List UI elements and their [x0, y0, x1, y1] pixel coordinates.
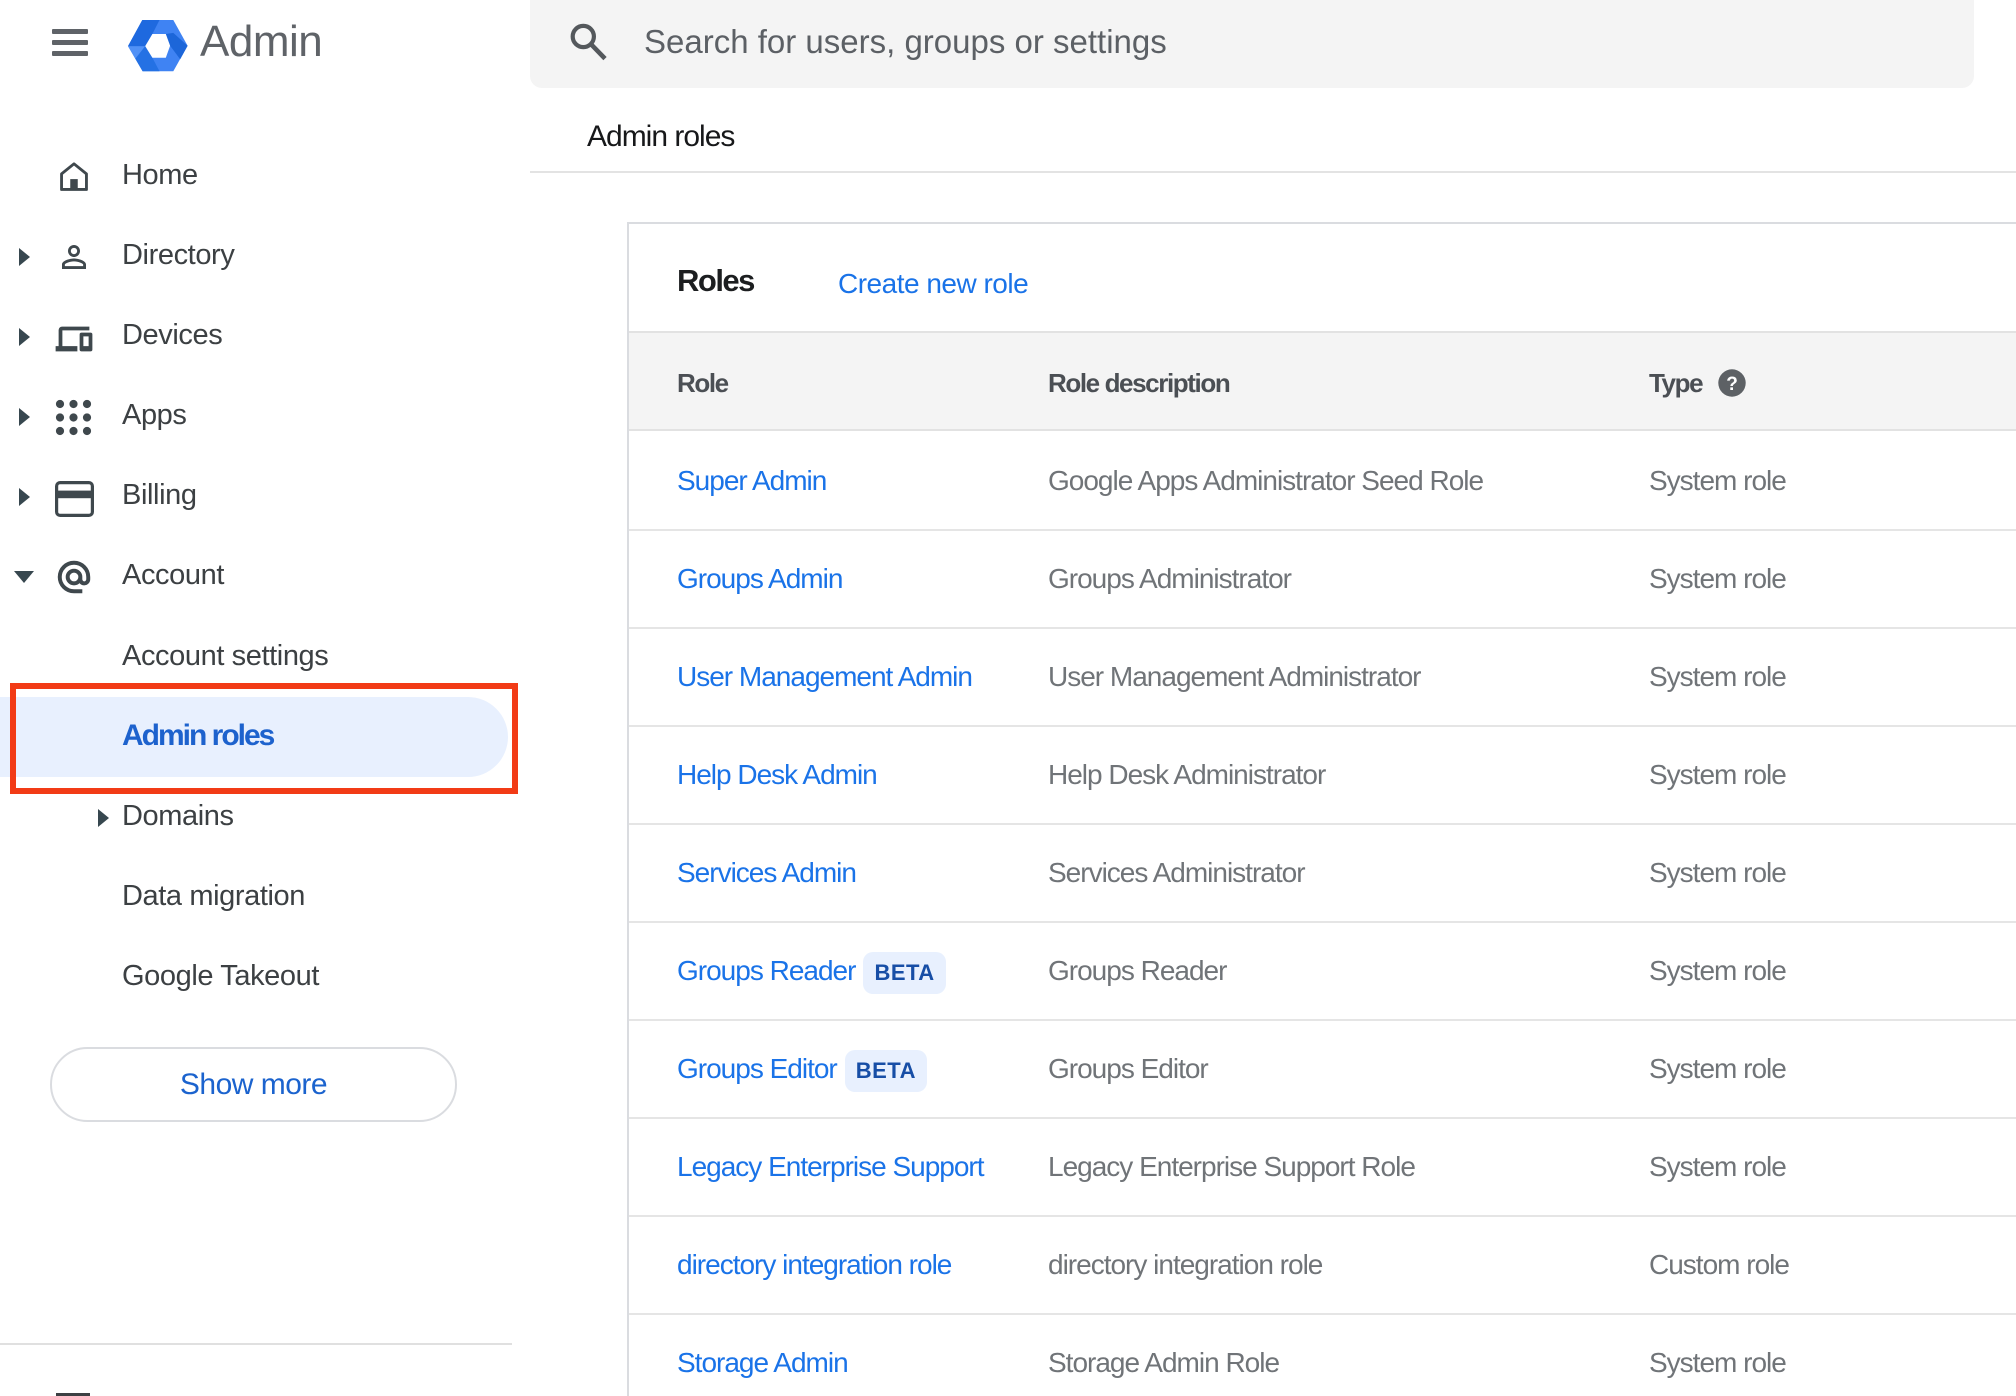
- svg-text:?: ?: [1726, 374, 1738, 395]
